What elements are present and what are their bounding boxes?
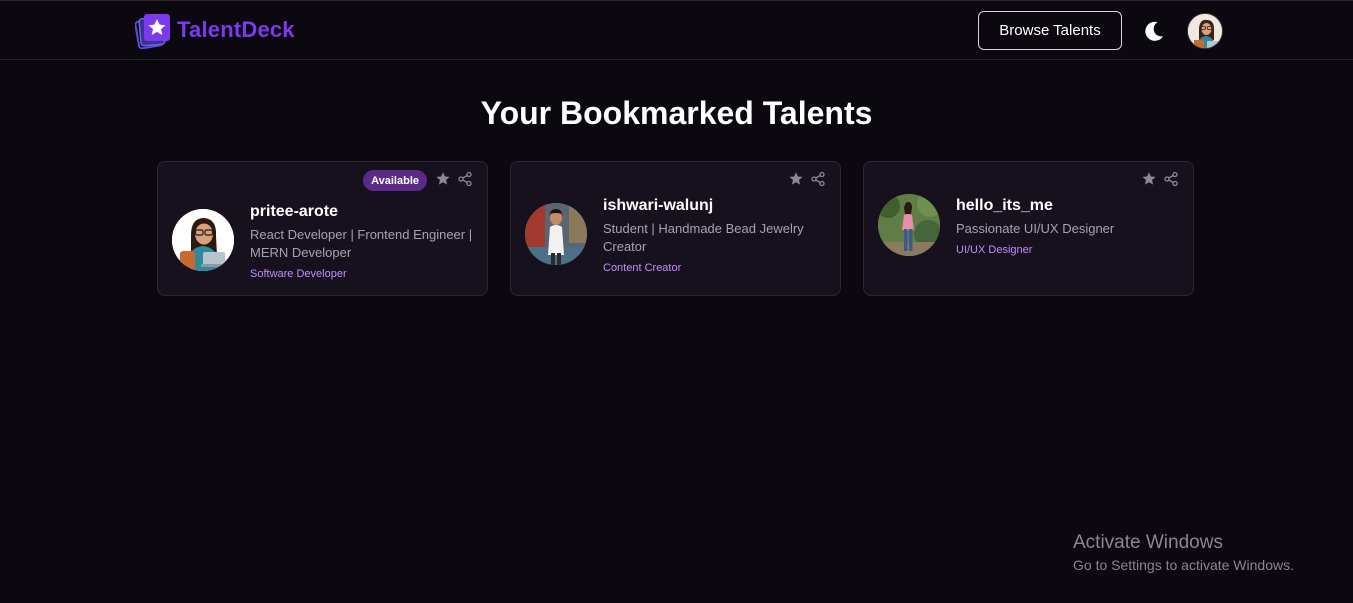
moon-icon[interactable] <box>1142 19 1166 43</box>
star-deck-logo-icon <box>134 11 173 50</box>
star-icon[interactable] <box>788 171 804 187</box>
brand-logo[interactable]: TalentDeck <box>134 11 295 50</box>
windows-activation-watermark: Activate Windows Go to Settings to activ… <box>1073 532 1294 575</box>
brand-name: TalentDeck <box>177 17 295 42</box>
talent-avatar <box>172 209 234 271</box>
user-avatar[interactable] <box>1187 13 1223 49</box>
talent-bio: Student | Handmade Bead Jewelry Creator <box>603 221 804 254</box>
talent-name: hello_its_me <box>956 197 1053 214</box>
talent-card[interactable]: hello_its_me Passionate UI/UX Designer U… <box>863 161 1194 296</box>
watermark-subtitle: Go to Settings to activate Windows. <box>1073 557 1294 573</box>
page: TalentDeck Browse Talents Your Bookmarke… <box>0 0 1353 603</box>
talent-card[interactable]: Available pritee-arote React Developer |… <box>157 161 488 296</box>
browse-talents-button[interactable]: Browse Talents <box>978 11 1122 50</box>
talent-card[interactable]: ishwari-walunj Student | Handmade Bead J… <box>510 161 841 296</box>
talent-bio: React Developer | Frontend Engineer | ME… <box>250 227 473 260</box>
talent-category: UI/UX Designer <box>956 244 1033 256</box>
top-navbar: TalentDeck Browse Talents <box>0 1 1353 60</box>
talent-avatar <box>525 203 587 265</box>
talent-info: pritee-arote React Developer | Frontend … <box>250 202 473 282</box>
star-icon[interactable] <box>435 171 451 187</box>
star-icon[interactable] <box>1141 171 1157 187</box>
talent-name: ishwari-walunj <box>603 197 714 214</box>
talent-info: hello_its_me Passionate UI/UX Designer U… <box>956 196 1179 258</box>
availability-badge: Available <box>363 170 427 191</box>
watermark-title: Activate Windows <box>1073 532 1223 553</box>
talent-name: pritee-arote <box>250 203 339 220</box>
share-icon[interactable] <box>810 171 826 187</box>
talent-avatar <box>878 194 940 256</box>
talent-category: Software Developer <box>250 268 347 280</box>
talent-info: ishwari-walunj Student | Handmade Bead J… <box>603 196 826 276</box>
share-icon[interactable] <box>457 171 473 187</box>
talent-bio: Passionate UI/UX Designer <box>956 221 1115 236</box>
talent-category: Content Creator <box>603 262 682 274</box>
page-title: Your Bookmarked Talents <box>480 95 873 131</box>
share-icon[interactable] <box>1163 171 1179 187</box>
